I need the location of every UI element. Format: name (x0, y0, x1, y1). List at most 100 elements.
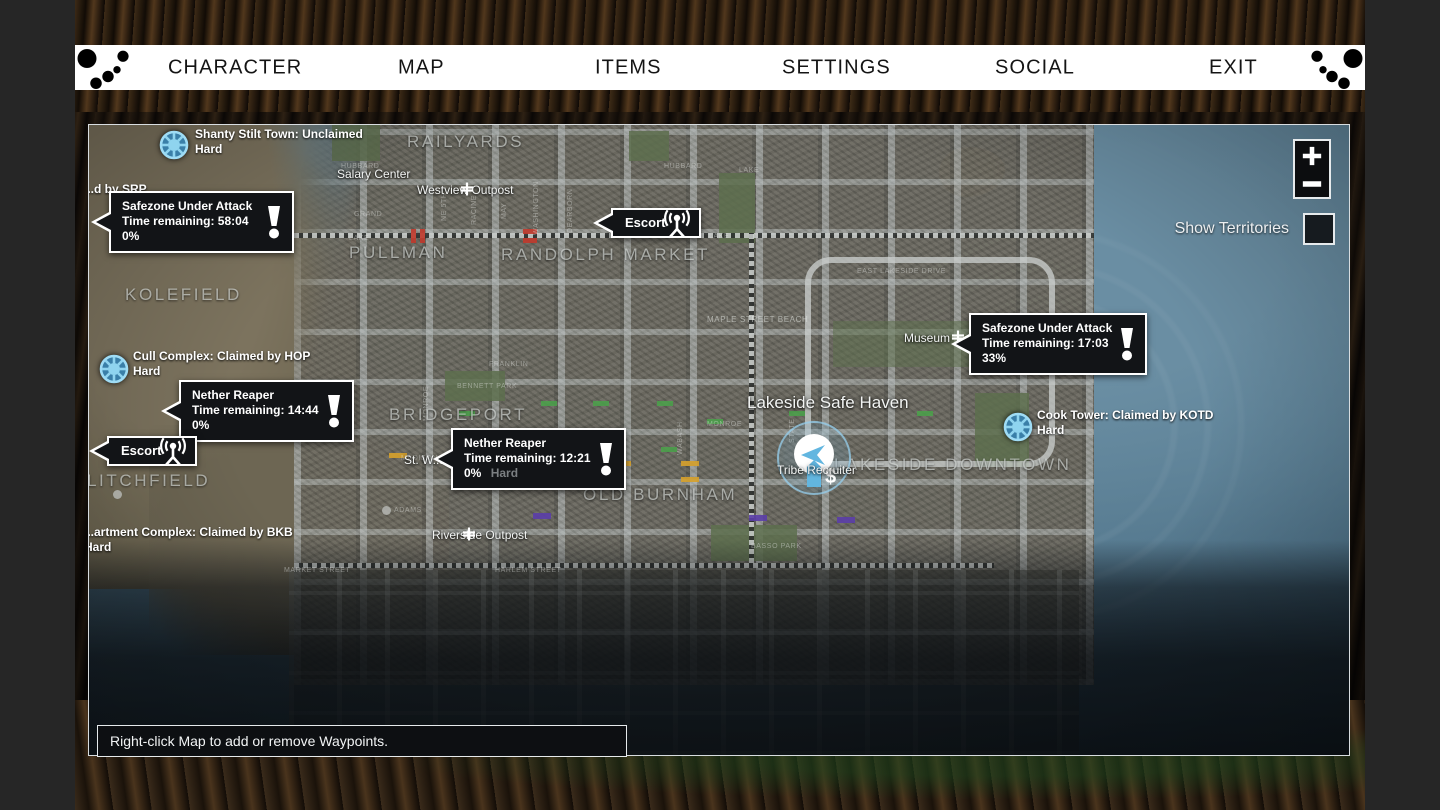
tooltip-progress: 33% (982, 351, 1007, 365)
map-zoom-control[interactable] (1293, 139, 1331, 199)
map-panel[interactable]: HUBBARD HUBBARD GRAND GRAND LAKE LAKE LA… (88, 124, 1350, 756)
territory-label-cook-tower: Cook Tower: Claimed by KOTD Hard (1037, 408, 1213, 438)
street-label: GRAND (354, 211, 383, 218)
territory-marker-shanty-stilt-town[interactable] (159, 130, 189, 160)
tooltip-pointer (951, 333, 971, 355)
territory-difficulty: Hard (1037, 423, 1065, 437)
exclamation-icon (1118, 327, 1136, 361)
tooltip-time-remaining: Time remaining: 58:04 (122, 214, 249, 228)
tooltip-progress-row: 0% Hard (464, 466, 584, 481)
map-block-marker (837, 517, 855, 523)
map-block-marker (523, 238, 537, 243)
territory-name: Shanty Stilt Town: Unclaimed (195, 127, 363, 141)
map-fog-of-war (89, 540, 1349, 755)
district-label-litchfield: LITCHFIELD (88, 471, 211, 490)
street-label: MARKET STREET (284, 567, 351, 574)
territory-label-apartment-complex: ...artment Complex: Claimed by BKB Hard (88, 525, 293, 555)
street-label: ADAMS (394, 507, 422, 514)
mission-tooltip-nether-reaper-1[interactable]: Nether Reaper Time remaining: 14:44 0% (161, 380, 354, 442)
street-label: WASHINGTON (533, 181, 540, 235)
antenna-icon (157, 436, 189, 466)
exclamation-icon (265, 205, 283, 239)
mission-tooltip-safezone-under-attack-1[interactable]: Safezone Under Attack Time remaining: 58… (91, 191, 294, 253)
letterbox-left (0, 0, 75, 810)
tooltip-pointer (593, 212, 613, 234)
waypoint-crosshair-icon[interactable] (462, 527, 475, 541)
tooltip-title: Escort (121, 443, 162, 458)
map-block-marker (533, 513, 551, 519)
game-screen: CHARACTER MAP ITEMS SETTINGS SOCIAL EXIT (0, 0, 1440, 810)
menu-item-social[interactable]: SOCIAL (995, 56, 1075, 79)
district-label-pullman: PULLMAN (349, 243, 448, 262)
tooltip-time-remaining: Time remaining: 17:03 (982, 336, 1109, 350)
safe-haven-marker[interactable]: $ (777, 421, 851, 495)
mission-tooltip-safezone-under-attack-2[interactable]: Safezone Under Attack Time remaining: 17… (951, 313, 1147, 375)
territory-name: Cook Tower: Claimed by KOTD (1037, 408, 1214, 422)
status-bar-text: Right-click Map to add or remove Waypoin… (110, 733, 389, 749)
poi-label-salary-center: Salary Center (337, 167, 411, 181)
territory-difficulty: Hard (133, 364, 161, 378)
waypoint-crosshair-icon[interactable] (460, 182, 473, 196)
street-label: BASSO PARK (751, 543, 802, 550)
street-label: MONROE (707, 421, 743, 428)
street-label: MAPLE STREET BEACH (707, 315, 809, 324)
mission-tooltip-escort-2[interactable]: Escort (89, 436, 197, 466)
territory-difficulty: Hard (89, 540, 112, 554)
street-label: LAKE (739, 167, 760, 174)
territory-marker-cook-tower[interactable] (1003, 412, 1033, 442)
street-label: MAY (501, 202, 508, 219)
menu-item-items[interactable]: ITEMS (595, 56, 662, 79)
menu-item-map[interactable]: MAP (398, 56, 445, 79)
menu-item-exit[interactable]: EXIT (1209, 56, 1258, 79)
territory-name: ...artment Complex: Claimed by BKB (88, 525, 293, 539)
map-block-marker (657, 401, 673, 406)
street-label: LAKE (709, 233, 730, 240)
map-block-marker (681, 461, 699, 466)
mission-tooltip-escort-1[interactable]: Escort (593, 208, 701, 238)
tooltip-pointer (91, 211, 111, 233)
map-block-marker (661, 447, 677, 452)
territory-label-cull-complex: Cull Complex: Claimed by HOP Hard (133, 349, 310, 379)
tooltip-time-remaining: Time remaining: 12:21 (464, 451, 591, 465)
district-label-lakeside-downtown: LAKESIDE DOWNTOWN (834, 455, 1072, 474)
show-territories-checkbox[interactable] (1303, 213, 1335, 245)
tooltip-pointer (161, 400, 181, 422)
tooltip-time-remaining: Time remaining: 14:44 (192, 403, 319, 417)
district-label-railyards: RAILYARDS (407, 132, 525, 151)
exclamation-icon (597, 442, 615, 476)
poi-label-museum: Museum (904, 331, 951, 345)
poi-label-riverside-outpost: Riverside Outpost (432, 528, 528, 542)
map-block-marker (420, 229, 425, 243)
tooltip-difficulty: Hard (490, 466, 519, 480)
map-block-marker (749, 515, 767, 521)
district-label-randolph: RANDOLPH MARKET (501, 245, 711, 264)
district-label-bridgeport: BRIDGEPORT (389, 405, 528, 424)
street-label: BENNETT PARK (457, 383, 518, 390)
territory-name: Cull Complex: Claimed by HOP (133, 349, 311, 363)
poi-dot (382, 506, 391, 515)
map-block-marker (541, 401, 557, 406)
menu-item-character[interactable]: CHARACTER (168, 56, 302, 79)
tooltip-title: Safezone Under Attack (122, 199, 253, 213)
poi-dot (113, 490, 122, 499)
show-territories-toggle[interactable]: Show Territories (1175, 213, 1335, 245)
tooltip-title: Nether Reaper (464, 436, 547, 450)
menu-item-settings[interactable]: SETTINGS (782, 56, 891, 79)
status-bar: Right-click Map to add or remove Waypoin… (97, 725, 627, 757)
main-menu-bar: CHARACTER MAP ITEMS SETTINGS SOCIAL EXIT (75, 45, 1365, 90)
district-label-kolefield: KOLEFIELD (125, 285, 242, 304)
mission-tooltip-nether-reaper-2[interactable]: Nether Reaper Time remaining: 12:21 0% H… (433, 428, 626, 490)
street-label: LAKE (349, 235, 370, 242)
park-patch (629, 131, 669, 161)
poi-label-lakeside-safe-haven: Lakeside Safe Haven (747, 393, 909, 412)
territory-marker-cull-complex[interactable] (99, 354, 129, 384)
street-label: FRANKLIN (489, 361, 529, 368)
street-label: EAST LAKESIDE DRIVE (857, 268, 947, 275)
tooltip-title: Safezone Under Attack (982, 321, 1113, 335)
tooltip-progress: 0% (192, 418, 210, 432)
zoom-out-button[interactable] (1301, 176, 1323, 194)
tooltip-title: Escort (625, 215, 666, 230)
map-block-marker (917, 411, 933, 416)
zoom-in-button[interactable] (1301, 145, 1323, 172)
map-canvas[interactable]: HUBBARD HUBBARD GRAND GRAND LAKE LAKE LA… (89, 125, 1349, 755)
